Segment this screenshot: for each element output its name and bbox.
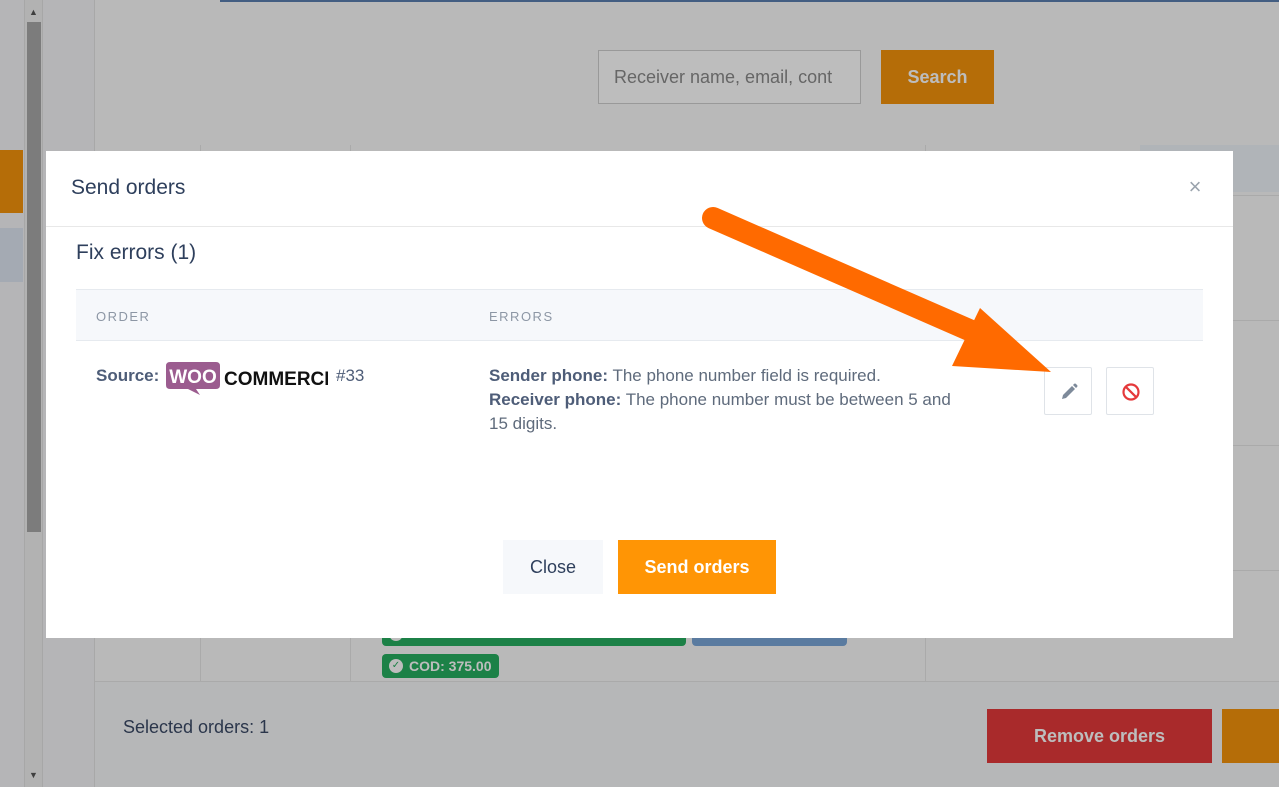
- column-header-errors: ERRORS: [489, 309, 554, 324]
- close-icon[interactable]: ×: [1186, 175, 1204, 199]
- error-message: The phone number field is required.: [612, 366, 881, 385]
- exclude-order-button[interactable]: [1106, 367, 1154, 415]
- send-orders-button[interactable]: Send orders: [618, 540, 776, 594]
- table-header-row: ORDER ERRORS: [76, 289, 1203, 341]
- svg-text:WOO: WOO: [169, 367, 217, 388]
- edit-order-button[interactable]: [1044, 367, 1092, 415]
- errors-cell: Sender phone: The phone number field is …: [489, 364, 969, 436]
- ban-icon: [1122, 383, 1140, 401]
- modal-title: Send orders: [71, 176, 186, 199]
- error-field-label: Sender phone:: [489, 366, 609, 385]
- error-field-label: Receiver phone:: [489, 390, 622, 409]
- woocommerce-logo: WOO COMMERCE: [166, 362, 328, 395]
- svg-text:COMMERCE: COMMERCE: [224, 369, 328, 390]
- column-header-order: ORDER: [96, 309, 151, 324]
- pencil-icon: [1062, 383, 1078, 399]
- fix-errors-title: Fix errors (1): [76, 241, 197, 264]
- order-number: #33: [336, 366, 365, 385]
- modal-header: Send orders ×: [46, 151, 1233, 227]
- send-orders-modal: Send orders × Fix errors (1) ORDER ERROR…: [46, 151, 1233, 638]
- table-row: Source: WOO COMMERCE #33 Sender phone: T…: [76, 341, 1203, 461]
- close-button[interactable]: Close: [503, 540, 603, 594]
- source-label: Source:: [96, 366, 160, 385]
